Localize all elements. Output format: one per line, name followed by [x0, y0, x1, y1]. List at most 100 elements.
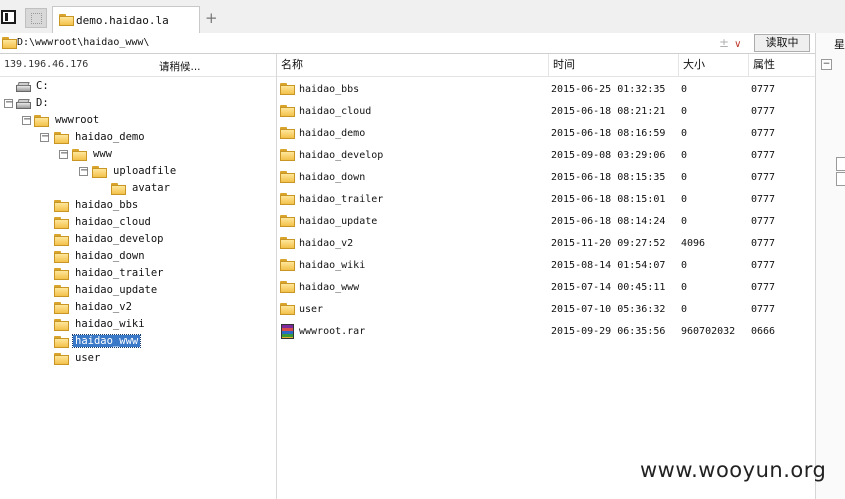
file-name: haidao_update	[299, 216, 378, 227]
tree-node[interactable]: − D:	[0, 96, 270, 112]
tree-node[interactable]: haidao_wiki	[0, 317, 270, 333]
collapse-toggle[interactable]: −	[22, 115, 31, 125]
folder-icon	[72, 149, 87, 161]
column-size[interactable]: 大小	[678, 54, 748, 76]
file-row[interactable]: user 2015-07-10 05:36:32 0 0777	[277, 299, 815, 321]
folder-icon	[54, 217, 69, 229]
file-time: 2015-06-18 08:21:21	[551, 106, 666, 117]
file-row[interactable]: haidao_cloud 2015-06-18 08:21:21 0 0777	[277, 101, 815, 123]
new-tab-button[interactable]: +	[205, 9, 218, 27]
file-size: 0	[681, 150, 688, 161]
file-name: haidao_cloud	[299, 106, 372, 117]
folder-icon	[280, 171, 295, 183]
tree-node[interactable]: − uploadfile	[0, 164, 270, 180]
tab-demo-haidao[interactable]: demo.haidao.la	[52, 6, 200, 33]
loading-status: 请稍候...	[159, 61, 201, 73]
file-attr: 0777	[751, 194, 776, 205]
folder-icon	[54, 319, 69, 331]
file-row[interactable]: haidao_trailer 2015-06-18 08:15:01 0 0777	[277, 189, 815, 211]
file-size: 4096	[681, 238, 706, 249]
column-attr[interactable]: 属性	[748, 54, 815, 76]
folder-icon	[34, 115, 49, 127]
file-row[interactable]: haidao_demo 2015-06-18 08:16:59 0 0777	[277, 123, 815, 145]
tree-node[interactable]: user	[0, 351, 270, 367]
directory-tree-pane: 139.196.46.176 请稍候... C: − D: − wwwroot − haid…	[0, 54, 277, 499]
tree-node[interactable]: haidao_v2	[0, 300, 270, 316]
file-attr: 0777	[751, 84, 776, 95]
tree-node[interactable]: avatar	[0, 181, 270, 197]
column-time[interactable]: 时间	[548, 54, 678, 76]
folder-icon	[54, 268, 69, 280]
tree-node[interactable]: haidao_www	[0, 334, 270, 350]
tree-node[interactable]: − www	[0, 147, 270, 163]
file-attr: 0777	[751, 238, 776, 249]
folder-icon	[54, 132, 69, 144]
chevron-down-icon[interactable]: ∨	[734, 39, 741, 50]
address-bar: D:\wwwroot\haidao_www\ ± ∨ 读取中	[0, 33, 845, 54]
column-name[interactable]: 名称	[277, 54, 548, 76]
folder-icon	[280, 193, 295, 205]
folder-icon	[92, 166, 107, 178]
folder-icon	[59, 14, 74, 26]
file-attr: 0777	[751, 172, 776, 183]
tree-node[interactable]: haidao_bbs	[0, 198, 270, 214]
tree-node[interactable]: haidao_down	[0, 249, 270, 265]
file-attr: 0777	[751, 260, 776, 271]
file-row[interactable]: haidao_www 2015-07-14 00:45:11 0 0777	[277, 277, 815, 299]
tree-node-label: haidao_v2	[75, 301, 132, 313]
tree-node-label: haidao_trailer	[75, 267, 164, 279]
collapse-toggle[interactable]: −	[79, 166, 88, 176]
folder-icon	[280, 83, 295, 95]
file-name: haidao_trailer	[299, 194, 384, 205]
file-size: 0	[681, 172, 688, 183]
side-panel-label: 星	[834, 38, 845, 51]
tree-node[interactable]: − wwwroot	[0, 113, 270, 129]
pin-icon[interactable]: ±	[719, 36, 729, 50]
file-row[interactable]: haidao_v2 2015-11-20 09:27:52 4096 0777	[277, 233, 815, 255]
collapse-toggle[interactable]: −	[40, 132, 49, 142]
file-row[interactable]: wwwroot.rar 2015-09-29 06:35:56 960702032 0…	[277, 321, 815, 343]
file-name: haidao_develop	[299, 150, 384, 161]
file-row[interactable]: haidao_update 2015-06-18 08:14:24 0 0777	[277, 211, 815, 233]
path-input[interactable]: D:\wwwroot\haidao_www\	[17, 37, 149, 48]
folder-icon	[280, 127, 295, 139]
file-attr: 0777	[751, 216, 776, 227]
tree-node[interactable]: − haidao_demo	[0, 130, 270, 146]
file-name: haidao_down	[299, 172, 366, 183]
file-time: 2015-09-29 06:35:56	[551, 326, 666, 337]
file-row[interactable]: haidao_bbs 2015-06-25 01:32:35 0 0777	[277, 79, 815, 101]
file-size: 0	[681, 128, 688, 139]
file-attr: 0777	[751, 106, 776, 117]
file-time: 2015-06-18 08:16:59	[551, 128, 666, 139]
watermark: www.wooyun.org	[640, 458, 827, 482]
collapse-toggle[interactable]: −	[4, 98, 13, 108]
address-icons: ± ∨	[719, 36, 741, 50]
file-time: 2015-07-10 05:36:32	[551, 304, 666, 315]
tree-node[interactable]: haidao_develop	[0, 232, 270, 248]
file-time: 2015-08-14 01:54:07	[551, 260, 666, 271]
file-row[interactable]: haidao_develop 2015-09-08 03:29:06 0 0777	[277, 145, 815, 167]
tree-node[interactable]: haidao_update	[0, 283, 270, 299]
tree-node[interactable]: haidao_cloud	[0, 215, 270, 231]
collapse-toggle[interactable]: −	[821, 59, 832, 70]
tree-node-label: avatar	[132, 182, 170, 194]
folder-icon	[280, 149, 295, 161]
side-panel-icon[interactable]	[836, 172, 845, 186]
folder-icon	[280, 303, 295, 315]
tab-overview-button[interactable]	[25, 8, 47, 28]
file-time: 2015-11-20 09:27:52	[551, 238, 666, 249]
file-time: 2015-06-18 08:15:35	[551, 172, 666, 183]
folder-icon	[54, 251, 69, 263]
file-time: 2015-06-25 01:32:35	[551, 84, 666, 95]
collapse-toggle[interactable]: −	[59, 149, 68, 159]
tab-label: demo.haidao.la	[76, 14, 169, 27]
file-row[interactable]: haidao_wiki 2015-08-14 01:54:07 0 0777	[277, 255, 815, 277]
file-name: user	[299, 304, 324, 315]
side-panel-icon[interactable]	[836, 157, 845, 171]
file-row[interactable]: haidao_down 2015-06-18 08:15:35 0 0777	[277, 167, 815, 189]
folder-icon	[2, 37, 17, 49]
tree-node[interactable]: C:	[0, 79, 270, 95]
read-button[interactable]: 读取中	[754, 34, 810, 52]
toggle-panel-button[interactable]	[1, 10, 16, 24]
tree-node[interactable]: haidao_trailer	[0, 266, 270, 282]
